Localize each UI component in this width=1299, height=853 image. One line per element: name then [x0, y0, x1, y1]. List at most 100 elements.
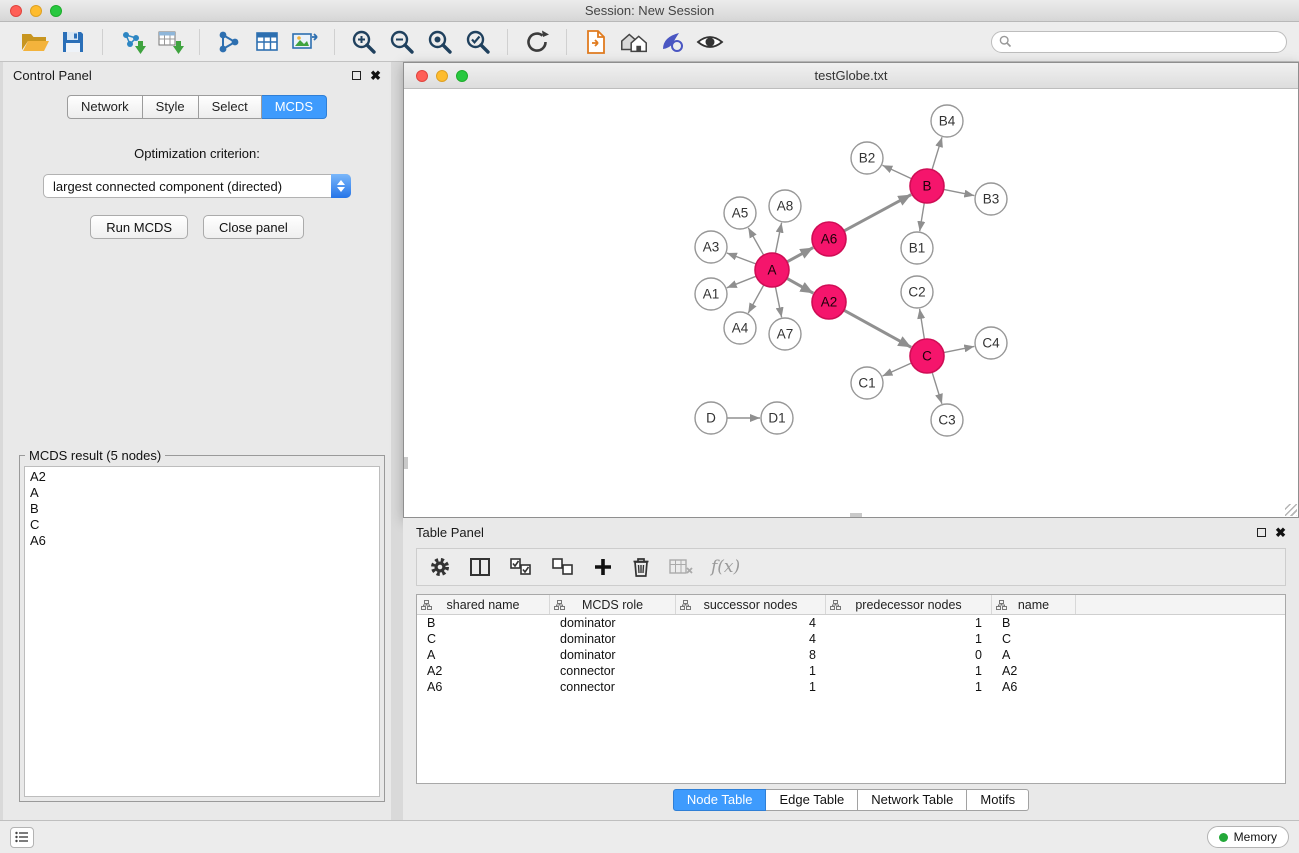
graph-node-D[interactable]: D — [695, 402, 727, 434]
table-settings-button[interactable] — [429, 556, 451, 578]
graph-edge-A-A3[interactable] — [727, 253, 756, 264]
float-panel-icon[interactable] — [352, 71, 361, 80]
graph-edge-A6-B[interactable] — [844, 195, 911, 231]
graph-edge-A-A6[interactable] — [787, 248, 813, 262]
graph-edge-C-C1[interactable] — [883, 363, 912, 376]
column-header-predecessor-nodes[interactable]: predecessor nodes — [826, 595, 992, 614]
graph-node-A4[interactable]: A4 — [724, 312, 756, 344]
maximize-window-button[interactable] — [50, 5, 62, 17]
network-canvas[interactable]: B4B2BB3A5A8A6A3B1AC2A1A2A4A7C4CC1DD1C3 — [404, 89, 1298, 517]
home-button[interactable] — [618, 26, 650, 58]
import-network-button[interactable] — [116, 26, 148, 58]
table-row[interactable]: Bdominator41B — [417, 615, 1285, 631]
graph-node-A5[interactable]: A5 — [724, 197, 756, 229]
maximize-network-window-button[interactable] — [456, 70, 468, 82]
graph-edge-A-A2[interactable] — [787, 278, 814, 293]
minimize-network-window-button[interactable] — [436, 70, 448, 82]
mcds-result-item[interactable]: A2 — [30, 469, 374, 485]
search-box[interactable] — [991, 31, 1287, 53]
table-row[interactable]: Cdominator41C — [417, 631, 1285, 647]
open-session-button[interactable] — [19, 26, 51, 58]
resize-grip[interactable] — [1285, 504, 1297, 516]
zoom-fit-button[interactable] — [424, 26, 456, 58]
new-table-button[interactable] — [251, 26, 283, 58]
graph-node-C2[interactable]: C2 — [901, 276, 933, 308]
mcds-result-item[interactable]: B — [30, 501, 374, 517]
zoom-in-button[interactable] — [348, 26, 380, 58]
tab-style[interactable]: Style — [143, 95, 199, 119]
tab-network[interactable]: Network — [67, 95, 143, 119]
refresh-view-button[interactable] — [521, 26, 553, 58]
column-header-name[interactable]: name — [992, 595, 1076, 614]
run-mcds-button[interactable]: Run MCDS — [90, 215, 188, 239]
criterion-dropdown[interactable]: largest connected component (directed) — [43, 174, 351, 198]
graph-node-B3[interactable]: B3 — [975, 183, 1007, 215]
graph-node-C1[interactable]: C1 — [851, 367, 883, 399]
tab-motifs[interactable]: Motifs — [967, 789, 1029, 811]
graph-edge-A-A5[interactable] — [748, 228, 763, 255]
graph-edge-B-B4[interactable] — [932, 137, 942, 170]
zoom-selected-button[interactable] — [462, 26, 494, 58]
graph-node-A6[interactable]: A6 — [812, 222, 846, 256]
memory-button[interactable]: Memory — [1207, 826, 1289, 848]
graph-node-A7[interactable]: A7 — [769, 318, 801, 350]
task-history-button[interactable] — [10, 827, 34, 848]
graph-node-A[interactable]: A — [755, 253, 789, 287]
show-columns-button[interactable] — [469, 557, 491, 577]
graph-edge-A-A4[interactable] — [748, 285, 764, 313]
network-canvas-svg[interactable]: B4B2BB3A5A8A6A3B1AC2A1A2A4A7C4CC1DD1C3 — [404, 89, 1298, 517]
export-image-button[interactable] — [289, 26, 321, 58]
table-row[interactable]: A2connector11A2 — [417, 663, 1285, 679]
graph-edge-B-B3[interactable] — [944, 189, 975, 195]
mcds-result-item[interactable]: A6 — [30, 533, 374, 549]
tab-mcds[interactable]: MCDS — [262, 95, 327, 119]
graph-edge-A-A8[interactable] — [775, 223, 781, 254]
open-snapshot-button[interactable] — [580, 26, 612, 58]
graph-node-C3[interactable]: C3 — [931, 404, 963, 436]
graph-node-C4[interactable]: C4 — [975, 327, 1007, 359]
new-network-button[interactable] — [213, 26, 245, 58]
style-button[interactable] — [656, 26, 688, 58]
close-panel-icon[interactable]: ✖ — [370, 69, 381, 82]
zoom-out-button[interactable] — [386, 26, 418, 58]
save-session-button[interactable] — [57, 26, 89, 58]
graph-node-B2[interactable]: B2 — [851, 142, 883, 174]
close-table-panel-icon[interactable]: ✖ — [1275, 526, 1286, 539]
close-network-window-button[interactable] — [416, 70, 428, 82]
graph-node-C[interactable]: C — [910, 339, 944, 373]
graph-edge-A2-C[interactable] — [844, 310, 911, 347]
graph-edge-B-B1[interactable] — [920, 203, 925, 231]
float-table-panel-icon[interactable] — [1257, 528, 1266, 537]
graph-node-A2[interactable]: A2 — [812, 285, 846, 319]
minimize-window-button[interactable] — [30, 5, 42, 17]
graph-edge-A-A7[interactable] — [775, 287, 781, 318]
function-builder-button[interactable]: f(x) — [711, 557, 740, 577]
graph-node-B4[interactable]: B4 — [931, 105, 963, 137]
graph-edge-C-C2[interactable] — [920, 309, 925, 339]
graph-node-A1[interactable]: A1 — [695, 278, 727, 310]
graph-node-B1[interactable]: B1 — [901, 232, 933, 264]
import-table-button[interactable] — [154, 26, 186, 58]
graph-node-B[interactable]: B — [910, 169, 944, 203]
add-column-button[interactable] — [593, 557, 613, 577]
graph-edge-C-C3[interactable] — [932, 372, 942, 404]
tab-select[interactable]: Select — [199, 95, 262, 119]
show-hide-details-button[interactable] — [694, 26, 726, 58]
tab-node-table[interactable]: Node Table — [673, 789, 767, 811]
tab-network-table[interactable]: Network Table — [858, 789, 967, 811]
mcds-result-list[interactable]: A2ABCA6 — [24, 466, 380, 797]
table-row[interactable]: A6connector11A6 — [417, 679, 1285, 695]
table-row[interactable]: Adominator80A — [417, 647, 1285, 663]
graph-edge-B-B2[interactable] — [882, 165, 911, 179]
close-panel-button[interactable]: Close panel — [203, 215, 304, 239]
deselect-all-button[interactable] — [551, 557, 575, 577]
mcds-result-item[interactable]: C — [30, 517, 374, 533]
mcds-result-item[interactable]: A — [30, 485, 374, 501]
delete-column-button[interactable] — [631, 556, 651, 578]
graph-edge-C-C4[interactable] — [944, 346, 975, 352]
graph-node-D1[interactable]: D1 — [761, 402, 793, 434]
graph-node-A8[interactable]: A8 — [769, 190, 801, 222]
select-all-button[interactable] — [509, 557, 533, 577]
column-header-shared-name[interactable]: shared name — [417, 595, 550, 614]
column-header-MCDS-role[interactable]: MCDS role — [550, 595, 676, 614]
